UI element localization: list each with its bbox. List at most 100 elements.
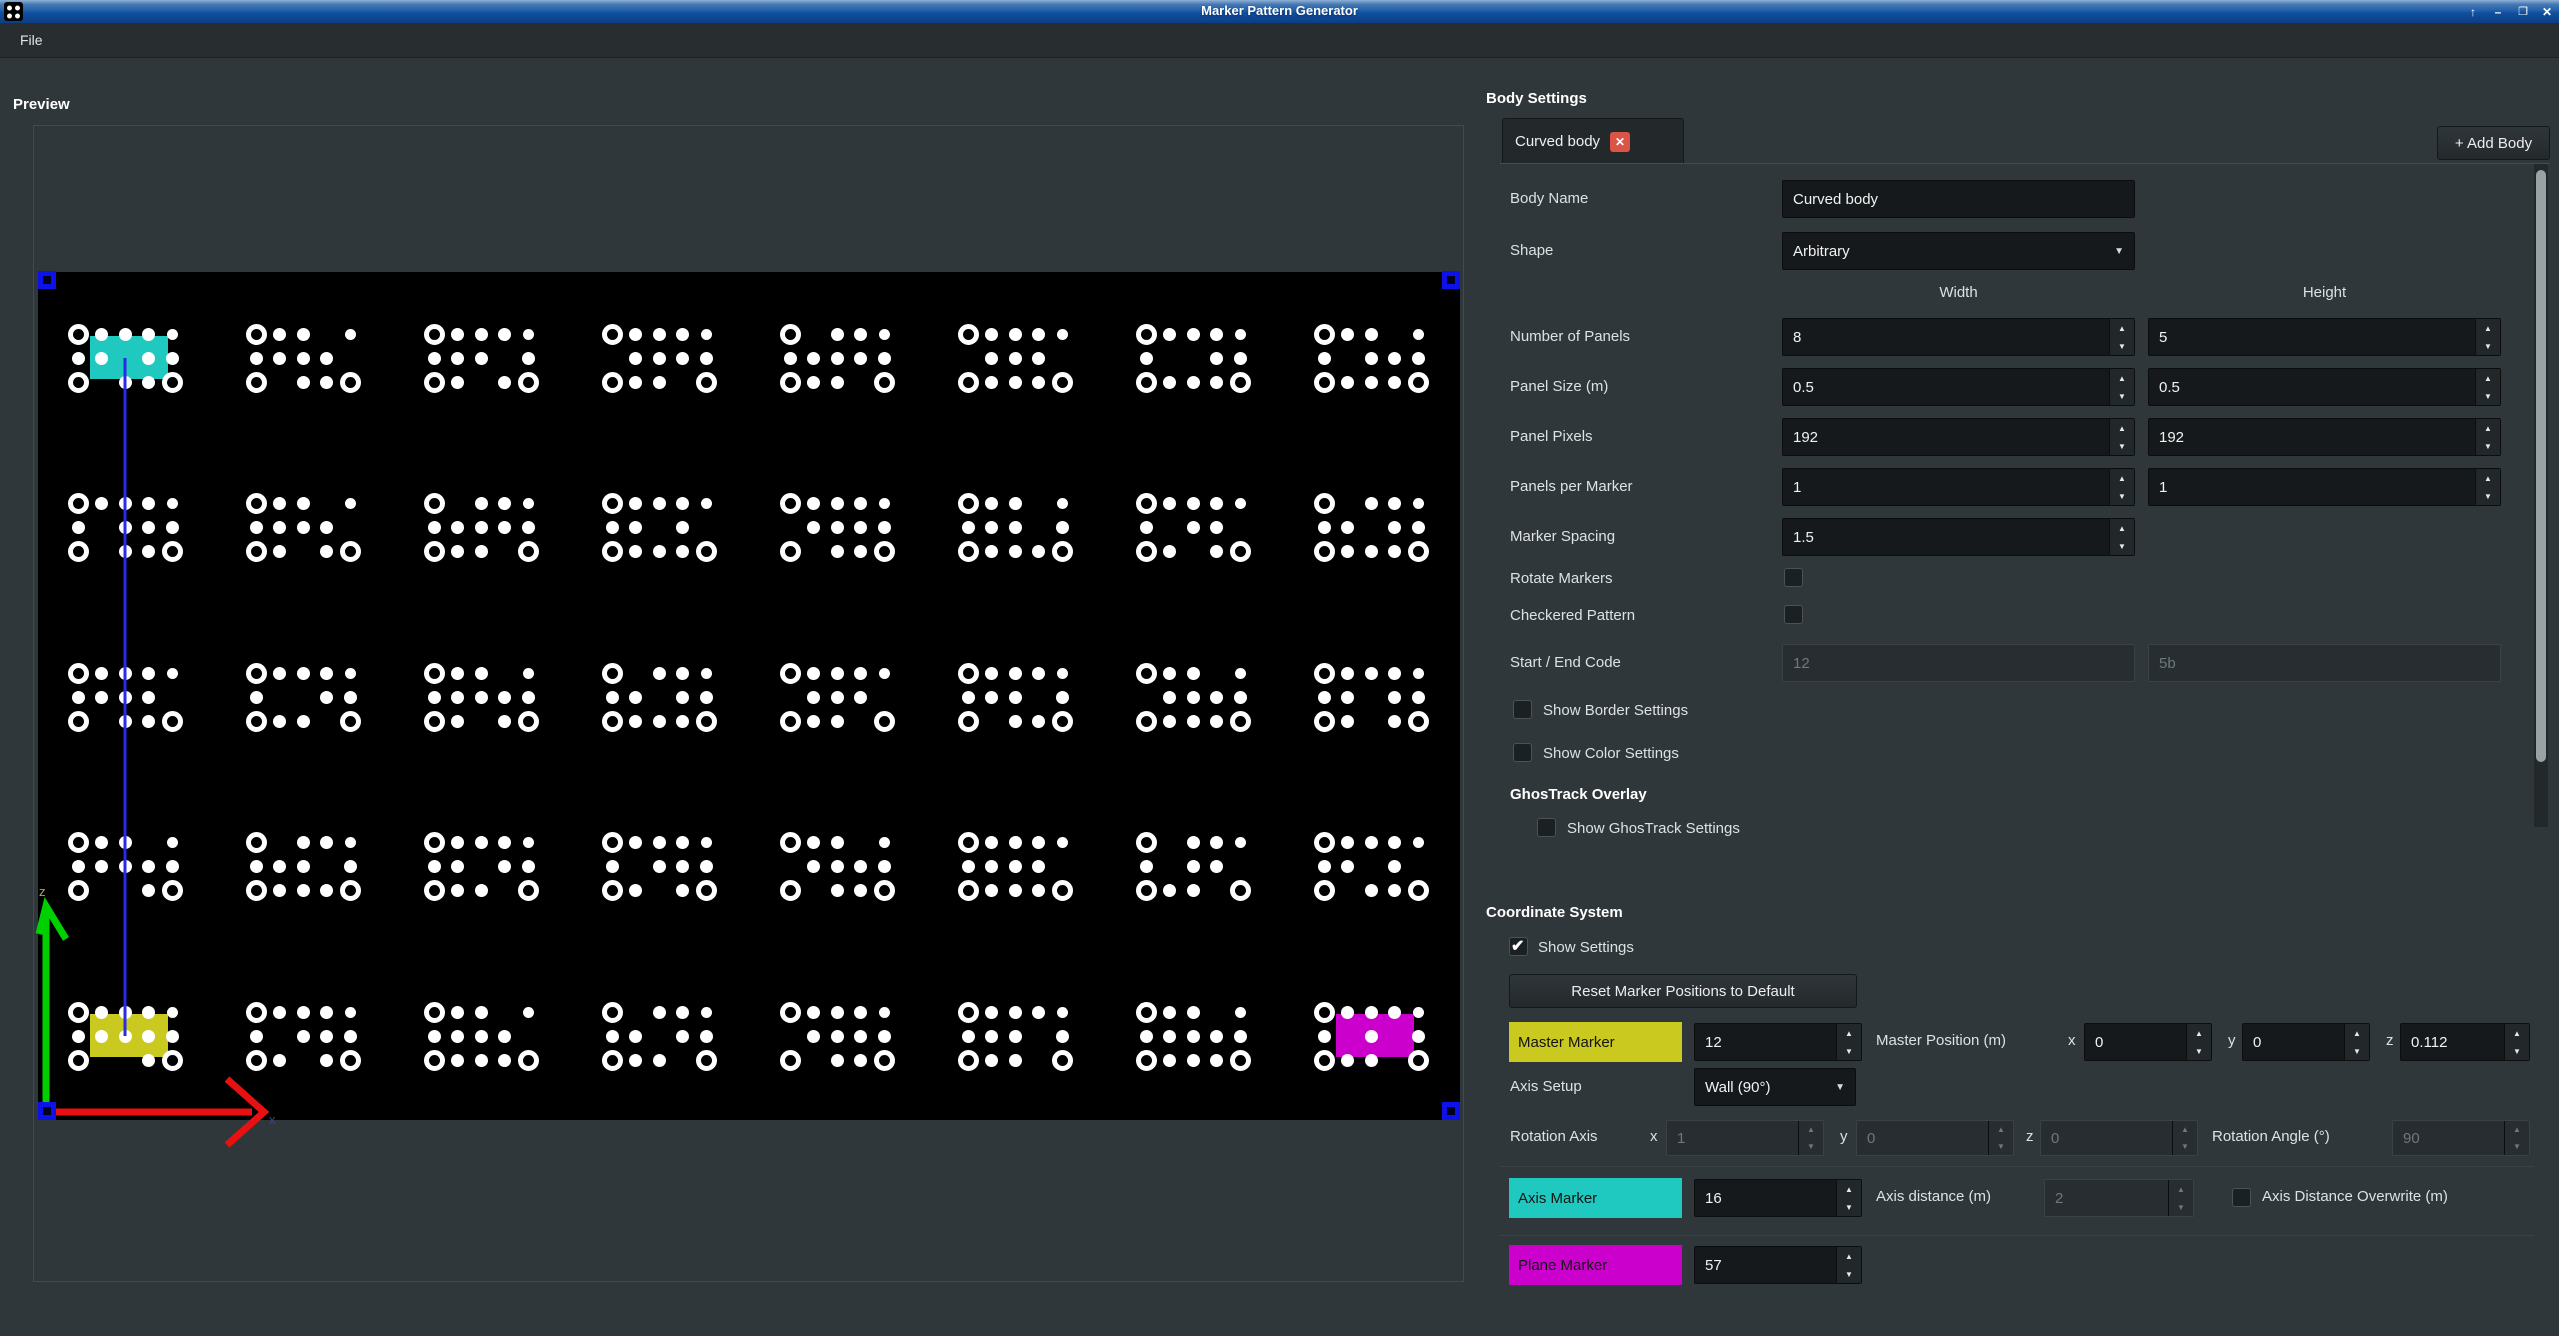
- axis-distance-value: 2: [2045, 1190, 2168, 1207]
- spin-buttons[interactable]: [1836, 1247, 1861, 1283]
- spin-buttons[interactable]: [2109, 369, 2134, 405]
- spin-down-icon: [2476, 437, 2500, 455]
- spin-buttons[interactable]: [2109, 519, 2134, 555]
- rotation-y-value: 0: [1857, 1130, 1988, 1147]
- canvas-handle-bottom-left[interactable]: [38, 1102, 56, 1120]
- show-settings-checkbox[interactable]: [1509, 937, 1528, 956]
- spin-buttons[interactable]: [2109, 469, 2134, 505]
- master-x-spinbox[interactable]: 0: [2084, 1023, 2212, 1061]
- spin-buttons[interactable]: [2109, 419, 2134, 455]
- spin-buttons[interactable]: [1836, 1180, 1861, 1216]
- rotate-markers-checkbox[interactable]: [1784, 568, 1803, 587]
- spin-buttons[interactable]: [2475, 469, 2500, 505]
- shape-value: Arbitrary: [1793, 243, 1850, 260]
- tab-close-icon[interactable]: [1610, 132, 1630, 152]
- rotation-y-label: y: [1840, 1128, 1848, 1145]
- settings-scrollbar-thumb[interactable]: [2536, 170, 2546, 762]
- axis-setup-dropdown[interactable]: Wall (90°): [1694, 1068, 1856, 1106]
- master-marker-chip-label: Master Marker: [1518, 1034, 1615, 1051]
- title-bar[interactable]: Marker Pattern Generator: [0, 0, 2559, 23]
- canvas-handle-top-left[interactable]: [38, 271, 56, 289]
- panels-per-marker-height-spinbox[interactable]: 1: [2148, 468, 2501, 506]
- spin-buttons[interactable]: [2344, 1024, 2369, 1060]
- rotation-angle-spinbox: 90: [2392, 1120, 2530, 1156]
- ppm-height-value: 1: [2149, 479, 2475, 496]
- tab-curved-body[interactable]: Curved body: [1502, 118, 1684, 164]
- panels-width-spinbox[interactable]: 8: [1782, 318, 2135, 356]
- spin-buttons[interactable]: [2475, 419, 2500, 455]
- show-ghostrack-settings-checkbox[interactable]: [1537, 818, 1556, 837]
- ghostrack-overlay-heading: GhosTrack Overlay: [1510, 786, 1647, 803]
- canvas-handle-bottom-right[interactable]: [1442, 1102, 1460, 1120]
- tab-label: Curved body: [1515, 133, 1600, 150]
- rotation-angle-label: Rotation Angle (°): [2212, 1128, 2330, 1145]
- body-name-input[interactable]: Curved body: [1782, 180, 2135, 218]
- spin-up-icon: [2110, 419, 2134, 437]
- spin-up-icon: [2187, 1024, 2211, 1042]
- app-window: Marker Pattern Generator File Preview z …: [0, 0, 2559, 1336]
- marker-spacing-value: 1.5: [1783, 529, 2109, 546]
- panels-width-value: 8: [1783, 329, 2109, 346]
- master-z-spinbox[interactable]: 0.112: [2400, 1023, 2530, 1061]
- axis-setup-value: Wall (90°): [1705, 1079, 1770, 1096]
- restore-button[interactable]: [2514, 3, 2532, 20]
- panel-pixels-width-spinbox[interactable]: 192: [1782, 418, 2135, 456]
- plane-marker-id-value: 57: [1695, 1257, 1836, 1274]
- close-button[interactable]: [2538, 3, 2556, 20]
- minimize-button[interactable]: [2489, 3, 2507, 20]
- panels-height-spinbox[interactable]: 5: [2148, 318, 2501, 356]
- rotation-axis-label: Rotation Axis: [1510, 1128, 1598, 1145]
- show-ghostrack-settings-label: Show GhosTrack Settings: [1567, 820, 1740, 837]
- spin-buttons[interactable]: [2475, 319, 2500, 355]
- panel-size-width-spinbox[interactable]: 0.5: [1782, 368, 2135, 406]
- panels-height-value: 5: [2149, 329, 2475, 346]
- panel-pixels-height-spinbox[interactable]: 192: [2148, 418, 2501, 456]
- spin-down-icon: [1799, 1138, 1823, 1155]
- rotation-z-spinbox: 0: [2040, 1120, 2198, 1156]
- spin-down-icon: [1837, 1198, 1861, 1216]
- master-y-spinbox[interactable]: 0: [2242, 1023, 2370, 1061]
- panel-size-width-value: 0.5: [1783, 379, 2109, 396]
- spin-down-icon: [2173, 1138, 2197, 1155]
- reset-marker-positions-button[interactable]: Reset Marker Positions to Default: [1509, 974, 1857, 1008]
- spin-up-icon: [2173, 1121, 2197, 1138]
- spin-down-icon: [1837, 1265, 1861, 1283]
- spin-buttons[interactable]: [2475, 369, 2500, 405]
- panel-size-height-spinbox[interactable]: 0.5: [2148, 368, 2501, 406]
- start-code-input[interactable]: 12: [1782, 644, 2135, 682]
- preview-title: Preview: [13, 96, 70, 113]
- menu-file[interactable]: File: [14, 30, 49, 50]
- spin-up-icon: [2476, 369, 2500, 387]
- show-settings-label: Show Settings: [1538, 939, 1634, 956]
- marker-spacing-spinbox[interactable]: 1.5: [1782, 518, 2135, 556]
- spin-up-icon: [1837, 1180, 1861, 1198]
- spin-up-icon: [1837, 1024, 1861, 1042]
- body-settings-heading: Body Settings: [1486, 90, 1587, 107]
- end-code-input[interactable]: 5b: [2148, 644, 2501, 682]
- canvas-handle-top-right[interactable]: [1442, 271, 1460, 289]
- spin-buttons: [1798, 1121, 1823, 1155]
- panels-per-marker-width-spinbox[interactable]: 1: [1782, 468, 2135, 506]
- spin-up-icon: [2476, 319, 2500, 337]
- shape-dropdown[interactable]: Arbitrary: [1782, 232, 2135, 270]
- spin-down-icon: [2476, 487, 2500, 505]
- spin-up-icon: [2476, 419, 2500, 437]
- spin-buttons[interactable]: [2109, 319, 2134, 355]
- shade-window-button[interactable]: [2464, 3, 2482, 20]
- add-body-button[interactable]: + Add Body: [2437, 126, 2550, 160]
- plane-marker-id-spinbox[interactable]: 57: [1694, 1246, 1862, 1284]
- spin-down-icon: [2110, 487, 2134, 505]
- axis-marker-id-spinbox[interactable]: 16: [1694, 1179, 1862, 1217]
- show-border-settings-checkbox[interactable]: [1513, 700, 1532, 719]
- spin-down-icon: [2476, 337, 2500, 355]
- checkered-pattern-checkbox[interactable]: [1784, 605, 1803, 624]
- spin-buttons[interactable]: [2504, 1024, 2529, 1060]
- master-x-value: 0: [2085, 1034, 2186, 1051]
- show-color-settings-checkbox[interactable]: [1513, 743, 1532, 762]
- axis-distance-overwrite-checkbox[interactable]: [2232, 1188, 2251, 1207]
- master-marker-id-spinbox[interactable]: 12: [1694, 1023, 1862, 1061]
- spin-buttons[interactable]: [1836, 1024, 1861, 1060]
- shape-label: Shape: [1510, 242, 1553, 259]
- body-name-value: Curved body: [1793, 191, 1878, 208]
- spin-buttons[interactable]: [2186, 1024, 2211, 1060]
